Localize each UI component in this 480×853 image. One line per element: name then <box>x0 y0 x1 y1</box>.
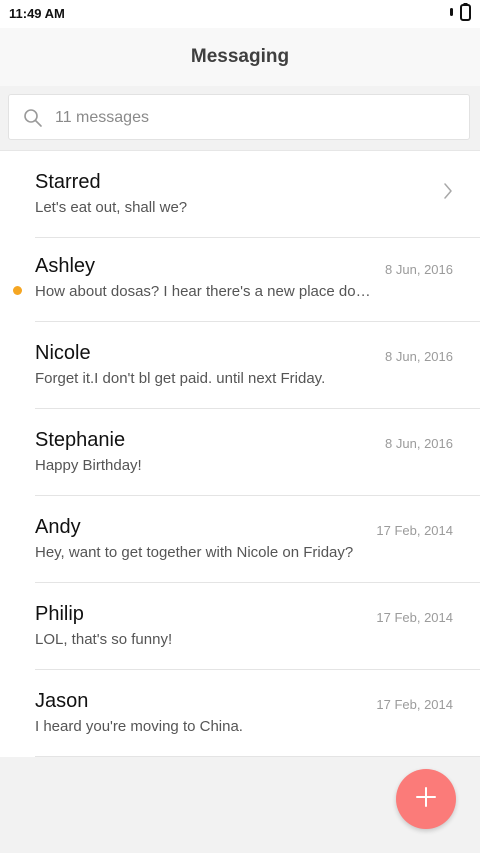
battery-icon <box>460 2 471 26</box>
list-item[interactable]: Stephanie Happy Birthday! 8 Jun, 2016 <box>0 409 480 496</box>
contact-name: Jason <box>35 690 89 712</box>
list-item[interactable]: Ashley How about dosas? I hear there's a… <box>0 235 480 322</box>
divider <box>35 756 480 757</box>
contact-name: Ashley <box>35 255 96 277</box>
status-bar: 11:49 AM <box>0 0 480 28</box>
plus-icon <box>416 786 436 812</box>
page-title: Messaging <box>190 46 290 67</box>
list-item-starred[interactable]: Starred Let's eat out, shall we? <box>0 151 480 238</box>
message-preview: Forget it.I don't bl get paid. until nex… <box>35 370 326 387</box>
status-time: 11:49 AM <box>9 6 65 21</box>
message-date: 8 Jun, 2016 <box>385 349 453 364</box>
chevron-right-icon <box>443 182 453 200</box>
message-date: 8 Jun, 2016 <box>385 436 453 451</box>
contact-name: Andy <box>35 516 81 538</box>
search-area: 11 messages <box>0 86 480 150</box>
contact-name: Stephanie <box>35 429 126 451</box>
search-placeholder: 11 messages <box>55 109 149 126</box>
message-preview: Happy Birthday! <box>35 457 142 474</box>
list-item[interactable]: Philip LOL, that's so funny! 17 Feb, 201… <box>0 583 480 670</box>
message-list: Starred Let's eat out, shall we? Ashley … <box>0 150 480 757</box>
message-preview: I heard you're moving to China. <box>35 718 243 735</box>
search-input[interactable]: 11 messages <box>8 94 470 140</box>
list-item[interactable]: Nicole Forget it.I don't bl get paid. un… <box>0 322 480 409</box>
message-preview: LOL, that's so funny! <box>35 631 173 648</box>
message-date: 17 Feb, 2014 <box>376 697 453 712</box>
title-bar: Messaging <box>0 28 480 86</box>
message-preview: Let's eat out, shall we? <box>35 199 188 216</box>
status-icons <box>449 2 471 26</box>
list-item[interactable]: Andy Hey, want to get together with Nico… <box>0 496 480 583</box>
contact-name: Starred <box>35 171 101 193</box>
new-message-button[interactable] <box>396 769 456 829</box>
message-date: 17 Feb, 2014 <box>376 610 453 625</box>
contact-name: Nicole <box>35 342 91 364</box>
message-preview: Hey, want to get together with Nicole on… <box>35 544 354 561</box>
unread-indicator <box>13 286 22 295</box>
message-date: 8 Jun, 2016 <box>385 262 453 277</box>
message-preview: How about dosas? I hear there's a new pl… <box>35 283 371 300</box>
message-date: 17 Feb, 2014 <box>376 523 453 538</box>
contact-name: Philip <box>35 603 84 625</box>
bluetooth-icon <box>449 5 455 23</box>
search-icon <box>23 108 43 128</box>
list-item[interactable]: Jason I heard you're moving to China. 17… <box>0 670 480 757</box>
